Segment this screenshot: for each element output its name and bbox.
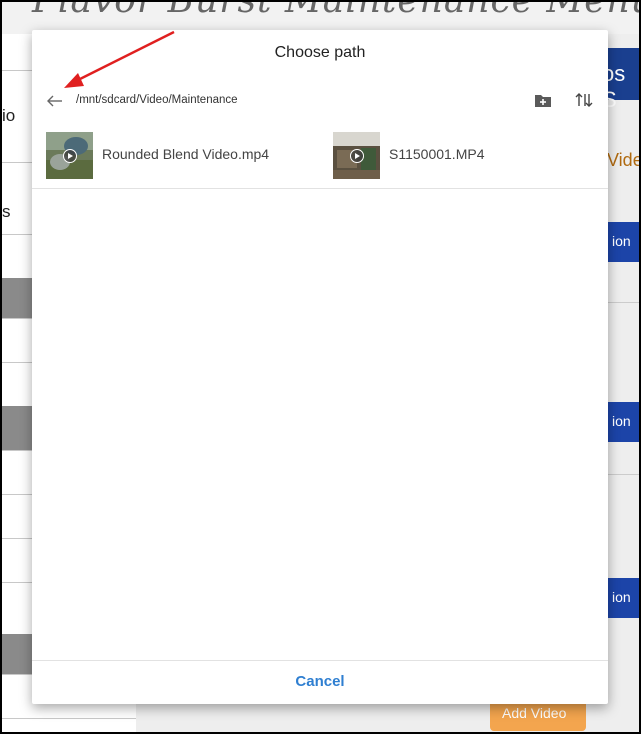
back-button[interactable] (42, 88, 68, 114)
new-folder-button[interactable] (532, 89, 554, 111)
screenshot-frame: Flavor Burst Maintenance Menu io s os S … (0, 0, 641, 734)
dialog-footer: Cancel (32, 660, 608, 705)
background-title: Flavor Burst Maintenance Menu (32, 0, 641, 21)
arrow-left-icon (47, 95, 62, 107)
new-folder-icon (535, 95, 551, 107)
divider (608, 474, 639, 475)
cancel-button[interactable]: Cancel (270, 673, 370, 690)
video-thumbnail (333, 132, 380, 179)
file-name: Rounded Blend Video.mp4 (102, 146, 270, 162)
dialog-title: Choose path (274, 44, 366, 61)
file-item[interactable]: Rounded Blend Video.mp4 (46, 124, 316, 188)
sort-button[interactable] (572, 89, 594, 111)
path-bar: /mnt/sdcard/Video/Maintenance (32, 86, 608, 116)
play-icon (63, 149, 77, 163)
sort-icon (575, 93, 593, 107)
play-icon (350, 149, 364, 163)
file-item[interactable]: S1150001.MP4 (333, 124, 603, 188)
video-thumbnail (46, 132, 93, 179)
background-label-fragment: io (2, 106, 16, 125)
current-path: /mnt/sdcard/Video/Maintenance (76, 94, 238, 106)
background-video-label: Vide (607, 150, 641, 170)
choose-path-dialog: Choose path /mnt/sdcard/Video/Maintenanc… (32, 30, 608, 704)
file-list: Rounded Blend Video.mp4 S1150001.MP4 (32, 124, 608, 189)
file-name: S1150001.MP4 (389, 146, 485, 162)
background-label-fragment: s (2, 202, 11, 221)
divider (608, 302, 639, 303)
